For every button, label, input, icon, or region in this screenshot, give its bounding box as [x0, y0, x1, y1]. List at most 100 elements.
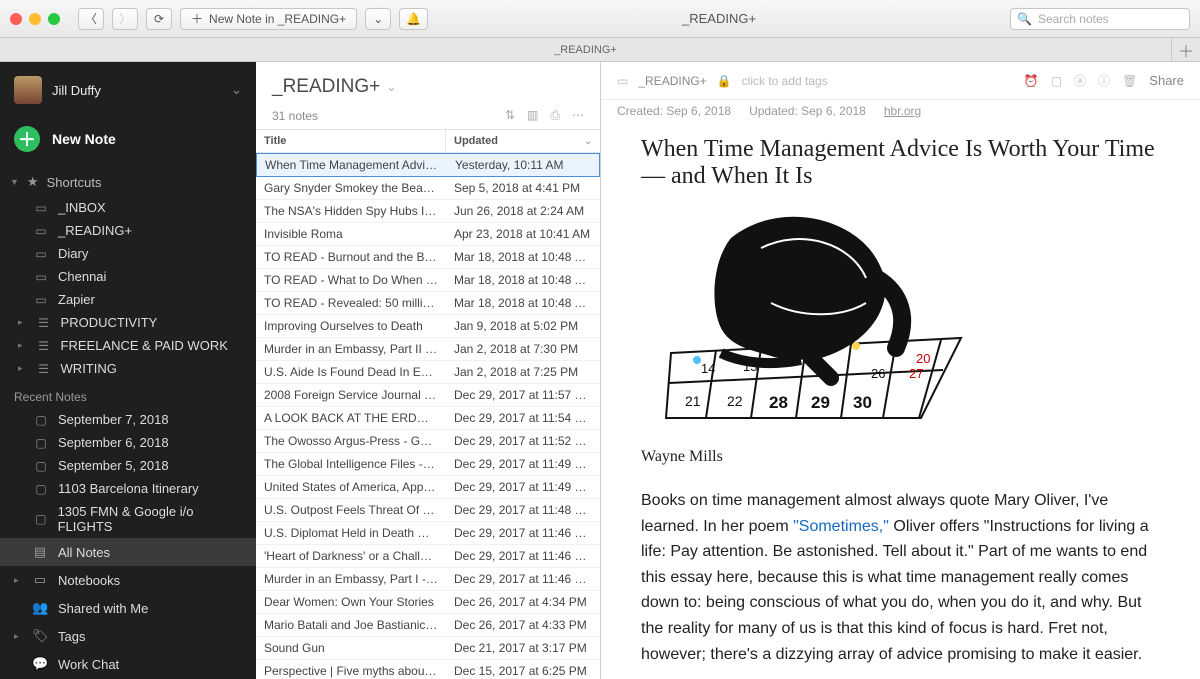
sidebar-shortcut-item[interactable]: ▭Diary	[0, 242, 256, 265]
note-list-row[interactable]: Improving Ourselves to DeathJan 9, 2018 …	[256, 315, 600, 338]
note-list-row[interactable]: U.S. Diplomat Held in Death Of E…Dec 29,…	[256, 522, 600, 545]
sidebar-new-note-button[interactable]: ＋ New Note	[0, 118, 256, 168]
note-notebook-link[interactable]: _READING+	[638, 74, 706, 88]
add-tags-input[interactable]: click to add tags	[742, 74, 828, 88]
account-switcher[interactable]: Jill Duffy ⌄	[0, 62, 256, 118]
info-button[interactable]: ⓘ	[1098, 72, 1110, 89]
forward-button[interactable]: 〉	[112, 8, 138, 30]
note-row-date: Dec 29, 2017 at 11:49 PM	[446, 453, 600, 475]
minimize-window-button[interactable]	[29, 13, 41, 25]
back-button[interactable]: 〈	[78, 8, 104, 30]
sidebar-notebooks[interactable]: ▸ ▭ Notebooks	[0, 566, 256, 594]
people-icon: 👥	[32, 600, 48, 616]
note-list-row[interactable]: Murder in an Embassy, Part II - P…Jan 2,…	[256, 338, 600, 361]
sync-button[interactable]: ⟳	[146, 8, 172, 30]
reminder-button[interactable]: ⏰	[1024, 74, 1039, 88]
sidebar-shortcut-group[interactable]: ▸☰WRITING	[0, 357, 256, 380]
present-button[interactable]: ▢	[1051, 74, 1062, 88]
note-icon: ▢	[34, 482, 48, 496]
note-row-title: Murder in an Embassy, Part I - "I…	[256, 568, 446, 590]
notebook-icon: ▭	[34, 293, 48, 307]
note-list-row[interactable]: The NSA's Hidden Spy Hubs In E…Jun 26, 2…	[256, 200, 600, 223]
search-input[interactable]: 🔍 Search notes	[1010, 8, 1190, 30]
note-list-row[interactable]: When Time Management Advice…Yesterday, 1…	[256, 153, 600, 177]
note-list-row[interactable]: Sound GunDec 21, 2017 at 3:17 PM	[256, 637, 600, 660]
view-toggle-button[interactable]: ▥	[527, 108, 538, 123]
note-title[interactable]: When Time Management Advice Is Worth You…	[641, 136, 1160, 190]
sort-button[interactable]: ⇅	[505, 108, 515, 123]
filter-button[interactable]: ⎙	[550, 108, 560, 123]
fullscreen-window-button[interactable]	[48, 13, 60, 25]
note-list-row[interactable]: The Global Intelligence Files - Re…Dec 2…	[256, 453, 600, 476]
note-row-title: The NSA's Hidden Spy Hubs In E…	[256, 200, 446, 222]
note-list-row[interactable]: U.S. Aide Is Found Dead In Emb…Jan 2, 20…	[256, 361, 600, 384]
column-header-updated[interactable]: Updated ⌄	[446, 130, 600, 152]
note-list-row[interactable]: 'Heart of Darkness' or a Challen…Dec 29,…	[256, 545, 600, 568]
share-button[interactable]: Share	[1149, 73, 1184, 88]
sidebar-shortcut-group[interactable]: ▸☰FREELANCE & PAID WORK	[0, 334, 256, 357]
sidebar-shortcut-group[interactable]: ▸☰PRODUCTIVITY	[0, 311, 256, 334]
note-list-row[interactable]: Murder in an Embassy, Part I - "I…Dec 29…	[256, 568, 600, 591]
note-list-row[interactable]: TO READ - Burnout and the BrainMar 18, 2…	[256, 246, 600, 269]
sidebar-recent-note[interactable]: ▢1103 Barcelona Itinerary	[0, 477, 256, 500]
article-paragraph: Books on time management almost always q…	[641, 488, 1160, 667]
sidebar-recent-note[interactable]: ▢September 7, 2018	[0, 408, 256, 431]
search-icon: 🔍	[1017, 12, 1032, 26]
sidebar-work-chat[interactable]: 💬 Work Chat	[0, 650, 256, 679]
traffic-lights	[10, 13, 60, 25]
sidebar-shortcut-item[interactable]: ▭_READING+	[0, 219, 256, 242]
note-list-row[interactable]: 2008 Foreign Service Journal - E…Dec 29,…	[256, 384, 600, 407]
sidebar-recent-note[interactable]: ▢September 5, 2018	[0, 454, 256, 477]
source-link[interactable]: hbr.org	[884, 104, 921, 118]
note-row-date: Dec 29, 2017 at 11:46 PM	[446, 522, 600, 544]
note-row-title: When Time Management Advice…	[257, 154, 447, 176]
sidebar-shortcut-item[interactable]: ▭_INBOX	[0, 196, 256, 219]
note-list-row[interactable]: Perspective | Five myths about t…Dec 15,…	[256, 660, 600, 679]
svg-text:27: 27	[909, 366, 923, 381]
note-list-row[interactable]: Dear Women: Own Your StoriesDec 26, 2017…	[256, 591, 600, 614]
note-list-row[interactable]: TO READ - What to Do When W…Mar 18, 2018…	[256, 269, 600, 292]
note-list-row[interactable]: United States of America, Appell…Dec 29,…	[256, 476, 600, 499]
note-list-row[interactable]: U.S. Outpost Feels Threat Of Bu…Dec 29, …	[256, 499, 600, 522]
sidebar-recent-note[interactable]: ▢September 6, 2018	[0, 431, 256, 454]
notebook-title[interactable]: _READING+ ⌄	[272, 76, 584, 98]
chevron-down-icon: ⌄	[231, 82, 242, 98]
new-note-label: New Note in _READING+	[209, 12, 346, 26]
new-note-dropdown[interactable]: ⌄	[365, 8, 391, 30]
new-tab-button[interactable]: ＋	[1172, 38, 1200, 62]
sidebar-shortcut-item[interactable]: ▭Chennai	[0, 265, 256, 288]
note-list-row[interactable]: TO READ - Revealed: 50 million…Mar 18, 2…	[256, 292, 600, 315]
reminders-button[interactable]: 🔔	[399, 8, 428, 30]
more-options-button[interactable]: ⋯	[572, 108, 584, 123]
note-row-title: 2008 Foreign Service Journal - E…	[256, 384, 446, 406]
sidebar-shortcut-item[interactable]: ▭Zapier	[0, 288, 256, 311]
close-window-button[interactable]	[10, 13, 22, 25]
note-list-row[interactable]: Mario Batali and Joe Bastianich…Dec 26, …	[256, 614, 600, 637]
sidebar-shared[interactable]: 👥 Shared with Me	[0, 594, 256, 622]
note-list-row[interactable]: Gary Snyder Smokey the Bear S…Sep 5, 201…	[256, 177, 600, 200]
updated-date: Updated: Sep 6, 2018	[749, 104, 866, 118]
note-body[interactable]: When Time Management Advice Is Worth You…	[601, 126, 1200, 679]
sidebar-tags[interactable]: ▸ 🏷 Tags	[0, 622, 256, 650]
sidebar-all-notes[interactable]: ▤ All Notes	[0, 538, 256, 566]
note-row-title: TO READ - Revealed: 50 million…	[256, 292, 446, 314]
note-list-row[interactable]: A LOOK BACK AT THE ERDOS…Dec 29, 2017 at…	[256, 407, 600, 430]
tab-reading[interactable]: _READING+	[0, 38, 1172, 61]
note-list-rows[interactable]: When Time Management Advice…Yesterday, 1…	[256, 153, 600, 679]
note-row-date: Dec 15, 2017 at 6:25 PM	[446, 660, 600, 679]
column-header-title[interactable]: Title	[256, 130, 446, 152]
sidebar-recent-note[interactable]: ▢1305 FMN & Google i/o FLIGHTS	[0, 500, 256, 538]
note-row-date: Dec 26, 2017 at 4:33 PM	[446, 614, 600, 636]
notebook-icon: ▭	[34, 224, 48, 238]
trash-button[interactable]: 🗑	[1122, 74, 1137, 88]
annotate-button[interactable]: ⓐ	[1074, 72, 1086, 89]
note-list-row[interactable]: The Owosso Argus-Press - Goog…Dec 29, 20…	[256, 430, 600, 453]
disclosure-triangle-icon: ▸	[18, 317, 23, 328]
shortcuts-header[interactable]: ▼ ★ Shortcuts	[0, 168, 256, 196]
article-link-sometimes[interactable]: "Sometimes,"	[793, 518, 889, 535]
svg-text:14: 14	[701, 361, 715, 376]
new-note-button[interactable]: ＋ New Note in _READING+	[180, 8, 357, 30]
disclosure-triangle-icon: ▸	[18, 340, 23, 351]
svg-text:22: 22	[727, 393, 743, 409]
note-list-row[interactable]: Invisible RomaApr 23, 2018 at 10:41 AM	[256, 223, 600, 246]
